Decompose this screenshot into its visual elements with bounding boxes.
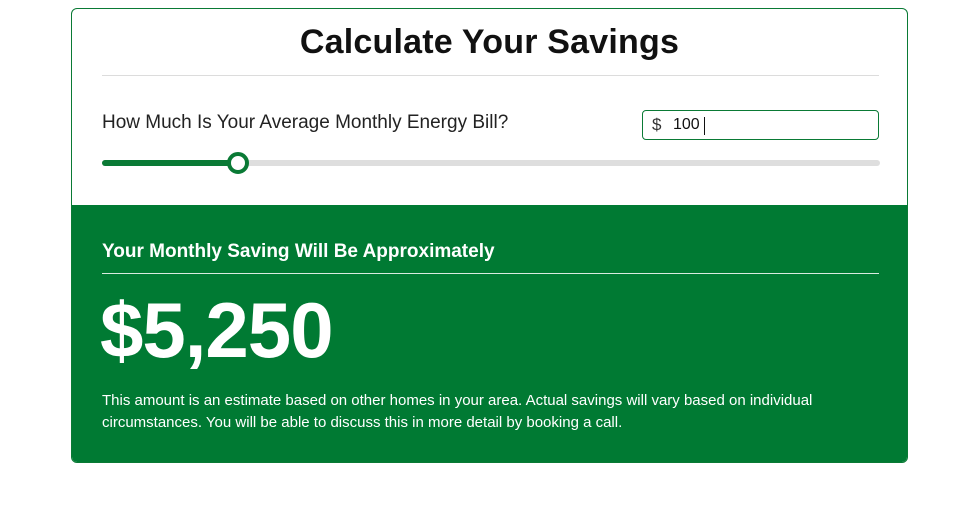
savings-amount: $5,250 — [100, 286, 334, 374]
result-divider — [102, 273, 879, 274]
result-heading: Your Monthly Saving Will Be Approximatel… — [102, 241, 495, 262]
calculator-input-section: Calculate Your Savings How Much Is Your … — [72, 9, 907, 205]
savings-result-section: Your Monthly Saving Will Be Approximatel… — [72, 205, 907, 462]
calculator-title: Calculate Your Savings — [299, 23, 680, 61]
text-caret — [704, 117, 705, 135]
dollar-sign-icon: $ — [652, 115, 662, 134]
title-divider — [102, 75, 879, 76]
energy-bill-question: How Much Is Your Average Monthly Energy … — [102, 112, 509, 133]
slider-thumb[interactable] — [227, 152, 250, 174]
bill-slider[interactable] — [102, 152, 880, 174]
slider-fill — [102, 160, 239, 166]
savings-calculator-card: Calculate Your Savings How Much Is Your … — [71, 8, 908, 463]
savings-disclaimer: This amount is an estimate based on othe… — [102, 392, 813, 431]
monthly-bill-field[interactable]: $ — [642, 110, 879, 140]
monthly-bill-input[interactable] — [673, 114, 868, 136]
